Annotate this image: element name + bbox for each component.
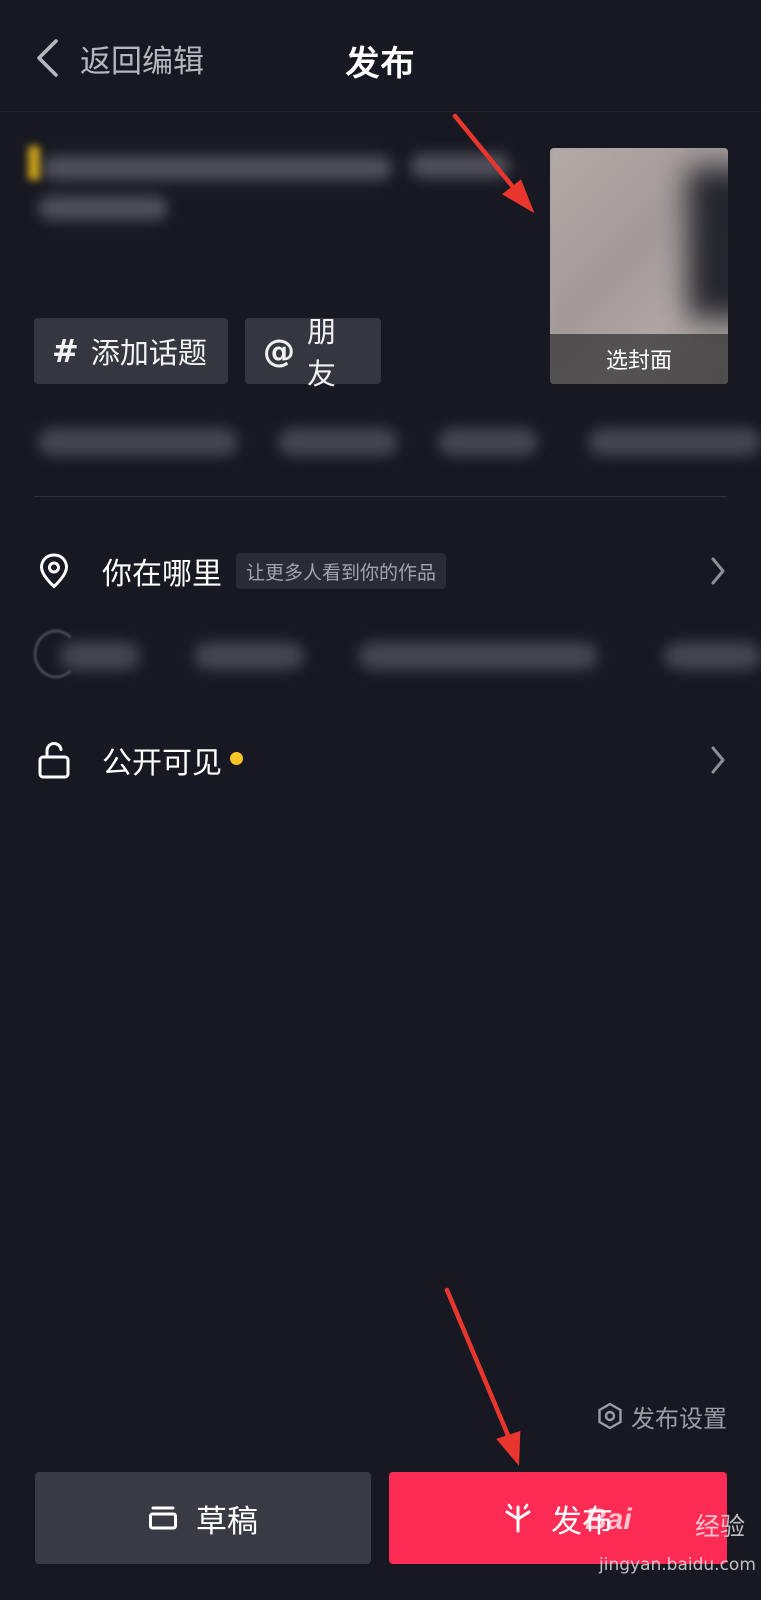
publish-button[interactable]: 发布 — [389, 1472, 727, 1564]
publish-screen: 返回编辑 发布 选封面 # 添加话题 @ 朋友 你在哪里 让更多人看到你的作品 … — [0, 0, 761, 1600]
text-cursor — [28, 146, 40, 180]
divider — [34, 496, 727, 497]
chevron-right-icon — [711, 557, 725, 585]
publish-settings-button[interactable]: 发布设置 — [597, 1396, 727, 1436]
description-input[interactable] — [28, 140, 516, 235]
add-topic-label: 添加话题 — [90, 336, 207, 370]
location-hint: 让更多人看到你的作品 — [236, 553, 447, 589]
topic-suggestions[interactable] — [28, 414, 761, 470]
location-row[interactable]: 你在哪里 让更多人看到你的作品 — [34, 541, 727, 601]
settings-hexagon-icon — [598, 1402, 622, 1430]
arrow-head-publish — [496, 1430, 521, 1466]
mention-friend-label: 朋友 — [307, 315, 337, 391]
location-pin-icon — [34, 549, 74, 593]
location-suggestions[interactable] — [34, 624, 761, 684]
visibility-label: 公开可见 — [102, 746, 222, 781]
at-icon: @ — [263, 332, 295, 370]
chevron-right-icon — [711, 746, 725, 774]
add-topic-button[interactable]: # 添加话题 — [34, 318, 228, 384]
arrow-to-publish — [444, 1287, 513, 1443]
new-indicator-dot — [230, 751, 243, 765]
draft-box-icon — [149, 1506, 177, 1530]
sparkle-icon — [505, 1503, 531, 1533]
draft-label: 草稿 — [196, 1503, 258, 1540]
page-title: 发布 — [345, 44, 416, 84]
visibility-row[interactable]: 公开可见 — [34, 730, 727, 790]
mention-friend-button[interactable]: @ 朋友 — [245, 315, 381, 391]
hashtag-icon: # — [52, 332, 79, 370]
location-label: 你在哪里 — [102, 557, 222, 592]
select-cover-button[interactable]: 选封面 — [550, 148, 728, 384]
publish-settings-label: 发布设置 — [631, 1404, 727, 1433]
header: 返回编辑 发布 — [0, 0, 761, 112]
publish-label: 发布 — [551, 1503, 613, 1540]
cover-label: 选封面 — [550, 334, 728, 384]
unlock-icon — [34, 738, 74, 782]
save-draft-button[interactable]: 草稿 — [35, 1472, 371, 1564]
